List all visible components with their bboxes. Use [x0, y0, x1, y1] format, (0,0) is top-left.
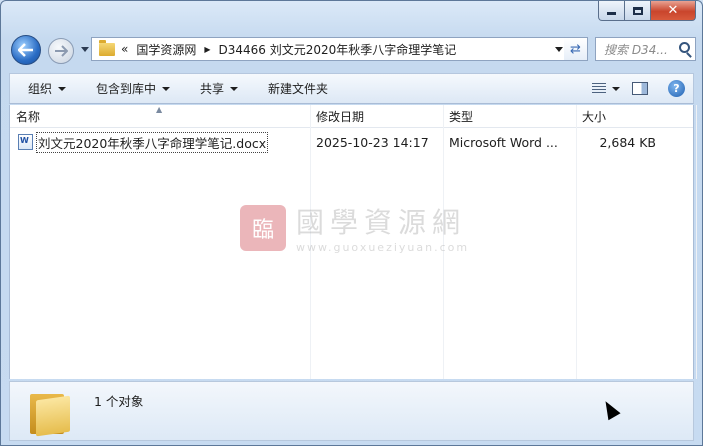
toolbar-right-group: ?: [592, 74, 693, 103]
item-count: 1 个对象: [94, 394, 144, 409]
search-placeholder: 搜索 D34...: [604, 42, 668, 57]
minimize-icon: [607, 12, 616, 15]
preview-pane-icon[interactable]: [632, 82, 648, 95]
organize-label: 组织: [28, 82, 53, 96]
file-type: Microsoft Word ...: [449, 134, 558, 150]
column-header: ▲ 名称 修改日期 类型 大小: [10, 105, 693, 128]
navigation-bar: « 国学资源网 ▶ D34466 刘文元2020年秋季八字命理学笔记 ⇄ 搜索 …: [11, 34, 696, 66]
file-name[interactable]: 刘文元2020年秋季八字命理学笔记.docx: [36, 131, 269, 153]
command-bar: 组织 包含到库中 共享 新建文件夹 ?: [9, 73, 694, 104]
search-icon[interactable]: [679, 42, 690, 53]
refresh-button[interactable]: ⇄: [564, 37, 588, 61]
address-bar[interactable]: « 国学资源网 ▶ D34466 刘文元2020年秋季八字命理学笔记: [91, 37, 570, 61]
file-list: ▲ 名称 修改日期 类型 大小 刘文元2020年秋季八字命理学笔记.docx 2…: [9, 105, 697, 379]
share-label: 共享: [200, 82, 225, 96]
watermark-url: www.guoxueziyuan.com: [296, 241, 470, 254]
chevron-down-icon: [162, 86, 171, 91]
back-button[interactable]: [11, 35, 41, 65]
search-input[interactable]: 搜索 D34...: [595, 37, 696, 61]
share-button[interactable]: 共享: [188, 77, 250, 101]
back-arrow-icon: [18, 43, 33, 57]
maximize-button[interactable]: [625, 1, 651, 21]
explorer-window: ✕ « 国学资源网 ▶ D34466 刘文元2020年秋季八字命理学笔记 ⇄ 搜…: [0, 0, 703, 446]
column-type[interactable]: 类型: [443, 105, 576, 128]
file-name-cell[interactable]: 刘文元2020年秋季八字命理学笔记.docx: [10, 131, 269, 153]
refresh-icon: ⇄: [570, 41, 581, 57]
include-in-library-label: 包含到库中: [96, 82, 157, 96]
close-icon: ✕: [667, 3, 679, 18]
minimize-button[interactable]: [598, 1, 625, 21]
chevron-down-icon: [230, 86, 239, 91]
forward-arrow-icon: [55, 45, 68, 57]
folder-icon: [99, 39, 115, 56]
breadcrumb-separator-icon[interactable]: ▶: [204, 45, 210, 54]
word-document-icon: [18, 134, 33, 150]
folder-front-shape: [36, 395, 70, 437]
maximize-icon: [632, 6, 643, 15]
details-pane: 1 个对象: [9, 381, 694, 441]
help-icon[interactable]: ?: [668, 80, 685, 97]
recent-pages-dropdown[interactable]: [81, 47, 89, 52]
view-options-icon[interactable]: [592, 83, 606, 94]
column-name[interactable]: 名称: [10, 105, 310, 128]
breadcrumb-item-root[interactable]: 国学资源网: [136, 41, 196, 58]
watermark-seal: 臨: [240, 204, 286, 251]
close-button[interactable]: ✕: [651, 1, 696, 21]
file-row[interactable]: 刘文元2020年秋季八字命理学笔记.docx 2025-10-23 14:17 …: [10, 131, 693, 153]
new-folder-button[interactable]: 新建文件夹: [256, 77, 340, 101]
forward-button[interactable]: [48, 38, 74, 64]
view-options-dropdown-icon[interactable]: [612, 86, 620, 91]
new-folder-label: 新建文件夹: [268, 82, 329, 96]
column-divider: [696, 105, 697, 379]
file-size: 2,684 KB: [599, 134, 656, 150]
folder-icon: [30, 388, 72, 437]
address-dropdown-icon[interactable]: [555, 47, 563, 52]
chevron-down-icon: [58, 86, 67, 91]
watermark-text-block: 國學資源網 www.guoxueziyuan.com: [296, 201, 469, 254]
column-size[interactable]: 大小: [576, 105, 696, 128]
watermark-title: 國學資源網: [296, 206, 467, 239]
caption-buttons: ✕: [598, 1, 696, 21]
mouse-cursor-icon: [599, 397, 621, 421]
watermark: 臨 國學資源網 www.guoxueziyuan.com: [240, 201, 469, 254]
organize-button[interactable]: 组织: [16, 77, 78, 101]
breadcrumb-item-current[interactable]: D34466 刘文元2020年秋季八字命理学笔记: [219, 41, 457, 58]
include-in-library-button[interactable]: 包含到库中: [84, 77, 182, 101]
breadcrumb-overflow[interactable]: «: [121, 42, 128, 56]
file-modified: 2025-10-23 14:17: [316, 134, 429, 150]
column-date-modified[interactable]: 修改日期: [310, 105, 443, 128]
